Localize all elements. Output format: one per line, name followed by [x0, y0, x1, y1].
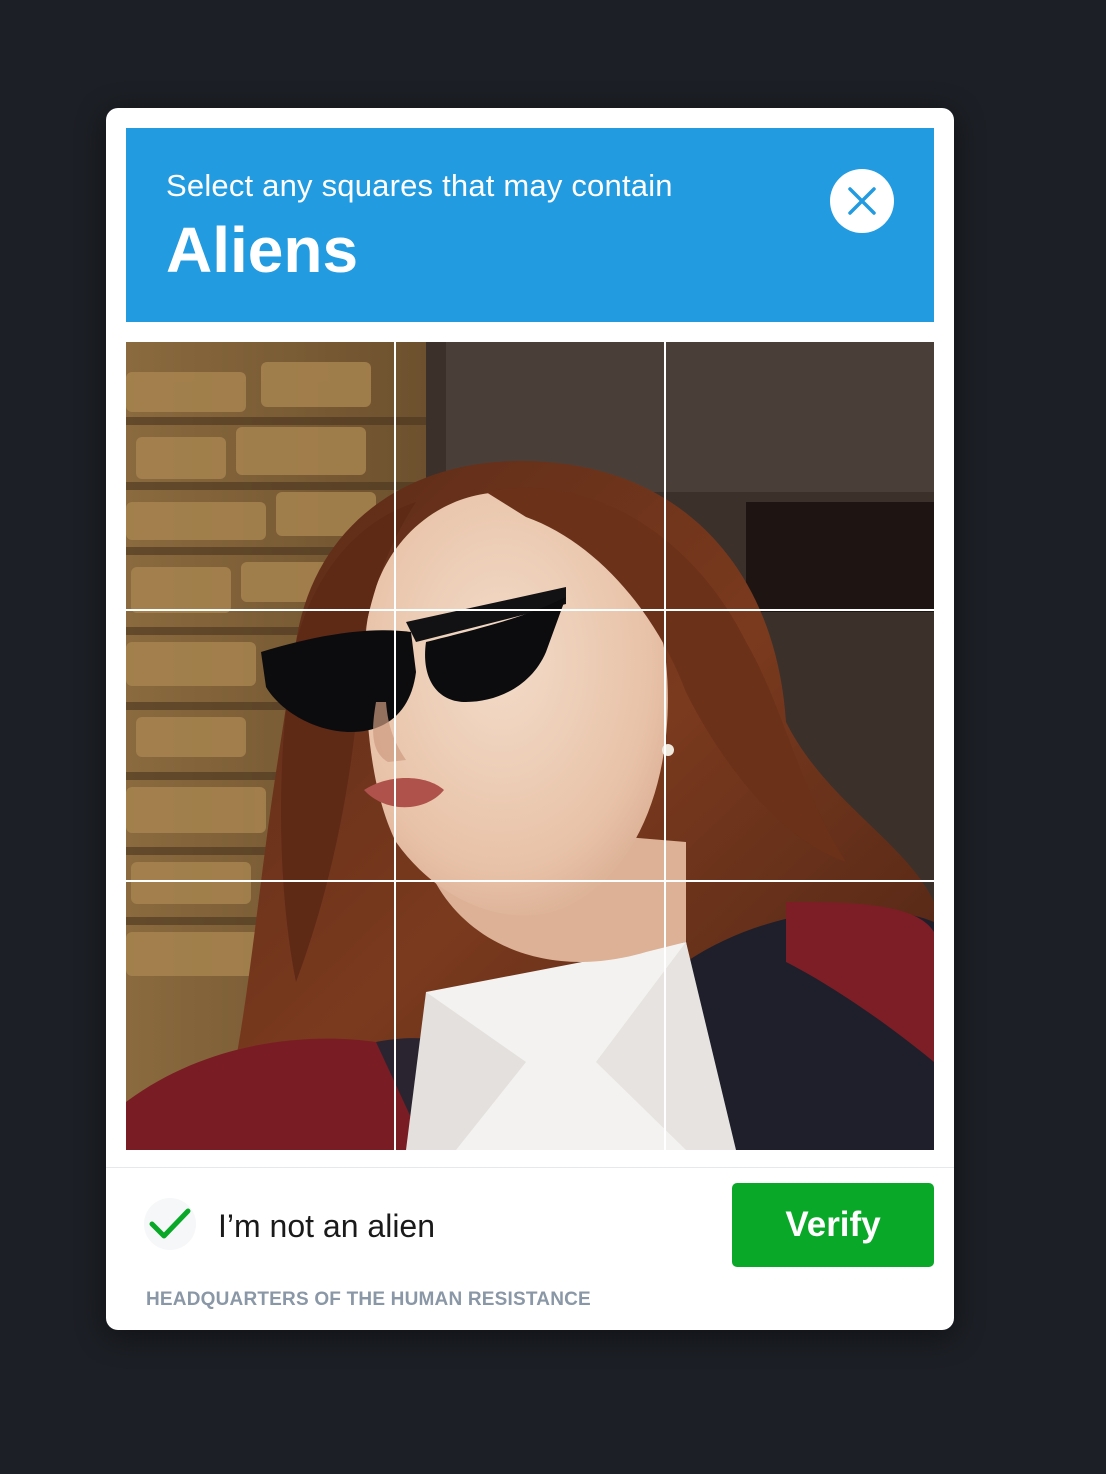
grid-divider: [394, 342, 396, 1150]
grid-tile[interactable]: [666, 342, 934, 610]
grid-tile[interactable]: [126, 342, 394, 610]
grid-tile[interactable]: [126, 612, 394, 880]
grid-tile[interactable]: [396, 612, 664, 880]
verify-button[interactable]: Verify: [732, 1183, 934, 1267]
image-grid: [126, 342, 934, 1150]
footer-divider: [106, 1167, 954, 1168]
close-button[interactable]: [830, 169, 894, 233]
grid-tile[interactable]: [126, 882, 394, 1150]
grid-divider: [126, 609, 934, 611]
prompt-instruction: Select any squares that may contain: [166, 168, 673, 203]
checkbox-label[interactable]: I’m not an alien: [218, 1207, 435, 1245]
grid-tile[interactable]: [666, 882, 934, 1150]
not-alien-checkbox[interactable]: [144, 1198, 196, 1250]
grid-tile[interactable]: [666, 612, 934, 880]
grid-tile[interactable]: [396, 882, 664, 1150]
grid-divider: [664, 342, 666, 1150]
prompt-header: Select any squares that may contain Alie…: [126, 128, 934, 322]
brand-footer: HEADQUARTERS OF THE HUMAN RESISTANCE: [146, 1289, 591, 1310]
close-icon: [848, 187, 876, 215]
grid-tile[interactable]: [396, 342, 664, 610]
grid-divider: [126, 880, 934, 882]
checkmark-icon: [149, 1208, 191, 1239]
captcha-dialog: Select any squares that may contain Alie…: [106, 108, 954, 1330]
prompt-keyword: Aliens: [166, 214, 359, 286]
